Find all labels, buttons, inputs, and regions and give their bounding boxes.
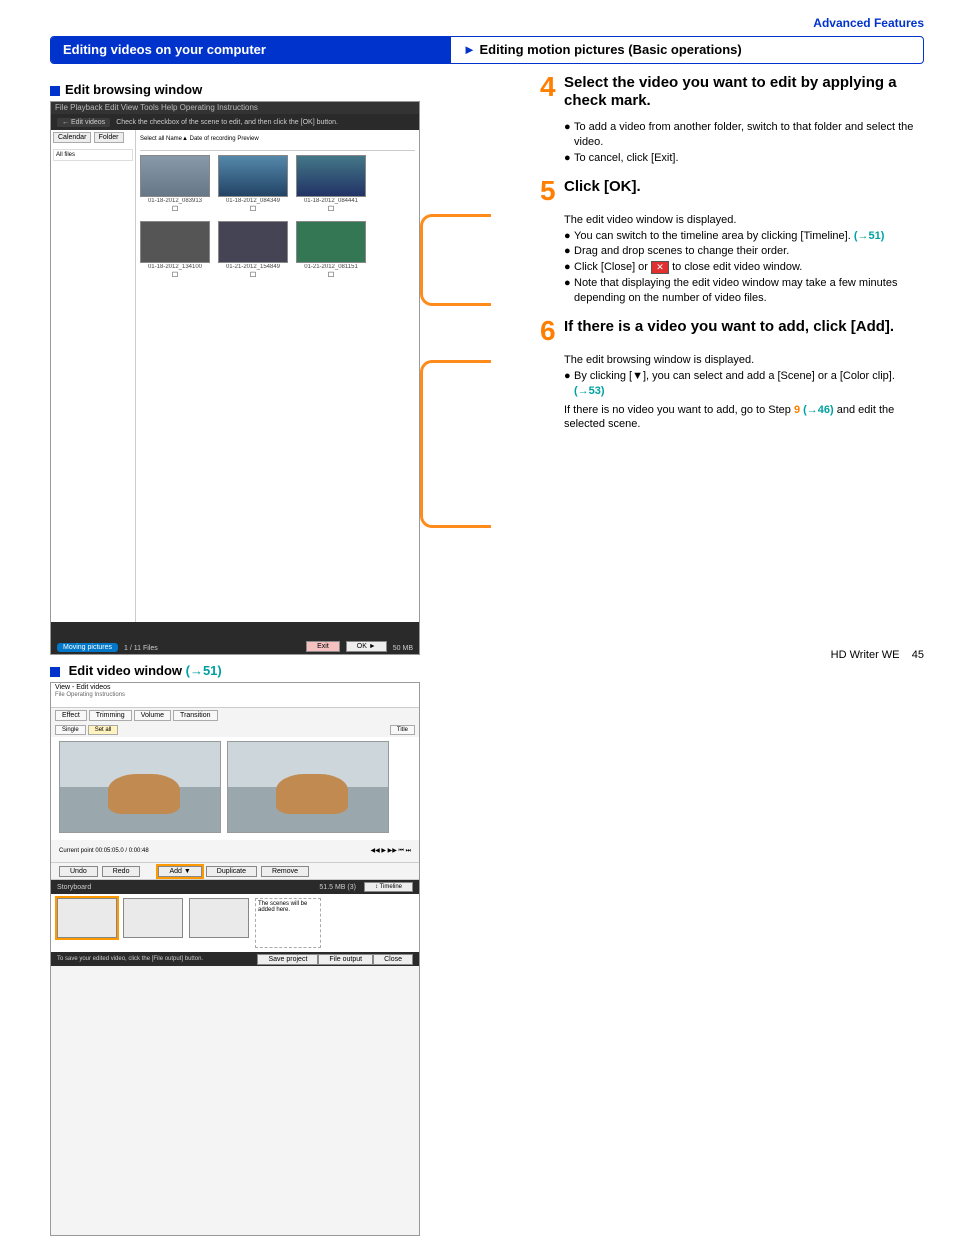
sub-heading-browsing: Edit browsing window <box>50 82 460 97</box>
video-thumb[interactable]: 01-18-2012_083913☐ <box>140 155 210 213</box>
subtab-single[interactable]: Single <box>55 725 86 735</box>
file-count: 1 / 11 Files <box>124 645 158 652</box>
menu-bar: File Operating Instructions <box>51 692 419 698</box>
page-link-51[interactable]: (→51) <box>854 230 885 242</box>
step-title: Select the video you want to edit by app… <box>564 74 924 110</box>
page-footer: HD Writer WE 45 <box>831 649 924 661</box>
page-link-46[interactable]: (→46) <box>803 404 834 416</box>
subtab-title[interactable]: Title <box>390 725 415 735</box>
screenshot-browsing-window: File Playback Edit View Tools Help Opera… <box>50 101 420 655</box>
exit-button[interactable]: Exit <box>306 641 340 652</box>
clip[interactable] <box>123 898 183 938</box>
screenshot-edit-video-window: View - Edit videos File Operating Instru… <box>50 682 420 1236</box>
header-right: ► Editing motion pictures (Basic operati… <box>451 37 923 63</box>
tab-effect[interactable]: Effect <box>55 710 87 721</box>
video-thumb[interactable]: 01-18-2012_084441☐ <box>296 155 366 213</box>
section-header: Editing videos on your computer ► Editin… <box>50 36 924 64</box>
time-display: Current point 00:05:05.0 / 0:00:48 <box>59 848 149 854</box>
step-title: Click [OK]. <box>564 178 641 203</box>
page-link-51[interactable]: (→51) <box>186 663 222 678</box>
footer-bar: Moving pictures 1 / 11 Files Exit OK ► 5… <box>51 622 419 654</box>
page-link-53[interactable]: (→53) <box>574 385 605 397</box>
ok-button[interactable]: OK ► <box>346 641 387 652</box>
callout-arrow <box>420 360 491 528</box>
callout-arrow <box>420 214 491 306</box>
step5-bullet2: Drag and drop scenes to change their ord… <box>574 244 789 259</box>
tab-trimming[interactable]: Trimming <box>89 710 132 721</box>
effect-tabs: Effect Trimming Volume Transition <box>51 708 419 723</box>
step4-bullet2: To cancel, click [Exit]. <box>574 151 679 166</box>
duplicate-button[interactable]: Duplicate <box>206 866 257 877</box>
file-output-button[interactable]: File output <box>318 954 373 965</box>
tab-volume[interactable]: Volume <box>134 710 171 721</box>
preview-left <box>59 741 221 833</box>
close-icon: ✕ <box>651 261 669 274</box>
step4-bullet1: To add a video from another folder, swit… <box>574 120 924 150</box>
storyboard-header: Storyboard 51.5 MB (3) ↕ Timeline <box>51 880 419 894</box>
back-button[interactable]: ← Edit videos <box>57 118 110 127</box>
instruction-bar: ← Edit videos Check the checkbox of the … <box>51 114 419 130</box>
preview-area <box>51 737 419 840</box>
moving-pictures-tab[interactable]: Moving pictures <box>57 643 118 652</box>
play-controls[interactable]: ◀◀ ▶ ▶▶ ⏮ ⏭ <box>370 847 411 855</box>
video-thumb[interactable]: 01-21-2012_081151☐ <box>296 221 366 279</box>
remove-button[interactable]: Remove <box>261 866 309 877</box>
subtab-setall[interactable]: Set all <box>88 725 119 735</box>
step-number: 6 <box>540 318 564 343</box>
playback-controls: Current point 00:05:05.0 / 0:00:48 ◀◀ ▶ … <box>51 840 419 862</box>
tab-transition[interactable]: Transition <box>173 710 217 721</box>
step5-bullet4: Note that displaying the edit video wind… <box>574 276 924 306</box>
video-thumb[interactable]: 01-18-2012_134100☐ <box>140 221 210 279</box>
add-button[interactable]: Add ▼ <box>158 866 201 877</box>
step5-intro: The edit video window is displayed. <box>564 213 924 228</box>
step-title: If there is a video you want to add, cli… <box>564 318 894 343</box>
app-menu-bar: File Playback Edit View Tools Help Opera… <box>51 102 419 114</box>
folder-tab[interactable]: Folder <box>94 132 124 143</box>
video-thumb[interactable]: 01-21-2012_154849☐ <box>218 221 288 279</box>
save-project-button[interactable]: Save project <box>257 954 318 965</box>
step-number: 4 <box>540 74 564 110</box>
preview-right <box>227 741 389 833</box>
edit-footer: To save your edited video, click the [Fi… <box>51 952 419 966</box>
sub-tabs: Single Set all Title <box>51 723 419 737</box>
folder-item[interactable]: All files <box>53 149 133 161</box>
storyboard-size: 51.5 MB (3) <box>319 884 356 891</box>
step-4: 4 Select the video you want to edit by a… <box>540 74 924 110</box>
video-thumb[interactable]: 01-18-2012_084349☐ <box>218 155 288 213</box>
timeline-button[interactable]: ↕ Timeline <box>364 882 413 892</box>
step-6: 6 If there is a video you want to add, c… <box>540 318 924 343</box>
instruction-text: Check the checkbox of the scene to edit,… <box>116 119 338 126</box>
thumbnails-area: Select all Name▲ Date of recording Previ… <box>136 130 419 622</box>
storyboard: The scenes will be added here. <box>51 894 419 952</box>
close-button[interactable]: Close <box>373 954 413 965</box>
sub-heading-editvideo: Edit video window (→51) <box>50 663 460 678</box>
play-icon: ► <box>463 42 476 57</box>
columns-header: Select all Name▲ Date of recording Previ… <box>140 134 415 151</box>
breadcrumb-link[interactable]: Advanced Features <box>50 16 924 30</box>
step-number: 5 <box>540 178 564 203</box>
header-right-text: Editing motion pictures (Basic operation… <box>480 42 742 57</box>
window-title: View - Edit videos <box>51 683 419 692</box>
sidebar: Calendar Folder All files <box>51 130 136 622</box>
undo-button[interactable]: Undo <box>59 866 98 877</box>
step-5: 5 Click [OK]. <box>540 178 924 203</box>
selected-size: 50 MB <box>393 645 413 652</box>
clip[interactable] <box>57 898 117 938</box>
step6-intro: The edit browsing window is displayed. <box>564 353 924 368</box>
storyboard-hint: The scenes will be added here. <box>255 898 321 948</box>
calendar-tab[interactable]: Calendar <box>53 132 91 143</box>
redo-button[interactable]: Redo <box>102 866 141 877</box>
clip[interactable] <box>189 898 249 938</box>
header-left: Editing videos on your computer <box>51 37 451 63</box>
